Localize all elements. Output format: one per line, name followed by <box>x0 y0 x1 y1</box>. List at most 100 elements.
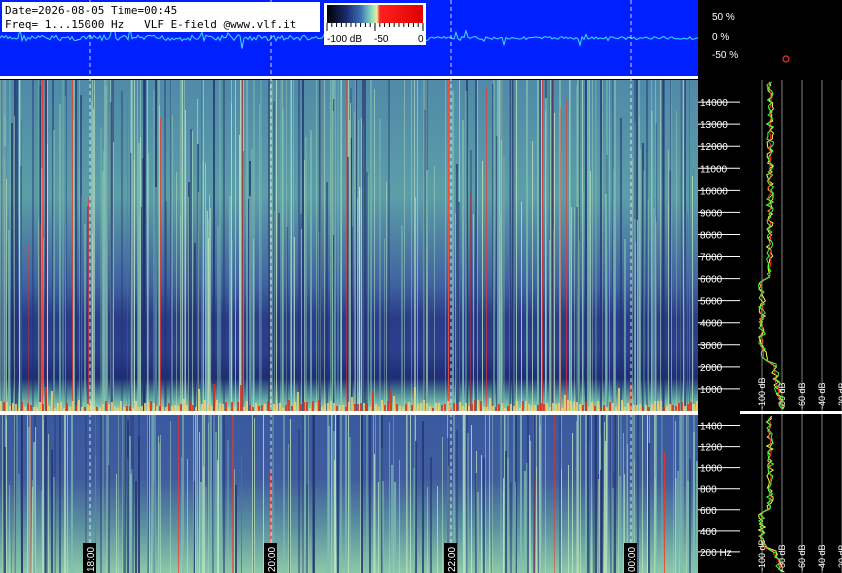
upper-streak <box>602 80 603 411</box>
upper-lowfreq-burst <box>624 407 626 411</box>
lower-streak <box>389 422 390 573</box>
upper-lowfreq-burst <box>588 407 590 411</box>
upper-lowfreq-burst <box>381 400 383 411</box>
upper-lowfreq-burst <box>495 407 497 411</box>
upper-lowfreq-burst <box>666 406 668 411</box>
lower-streak <box>67 415 68 573</box>
upper-streak <box>65 80 67 411</box>
upper-lowfreq-burst <box>102 404 104 411</box>
upper-streak <box>452 90 454 411</box>
upper-lowfreq-burst <box>606 407 608 411</box>
upper-streak <box>28 244 29 411</box>
upper-lowfreq-burst <box>525 401 527 411</box>
colorbar-label-mid: -50 <box>374 34 389 45</box>
lower-streak <box>182 415 184 573</box>
upper-streak <box>513 80 515 411</box>
upper-lowfreq-burst <box>279 403 281 411</box>
upper-streak <box>38 80 40 411</box>
lower-streak <box>437 486 438 573</box>
upper-freq-tick-label: 10000 <box>700 186 728 197</box>
upper-streak <box>662 80 664 411</box>
lower-streak <box>348 415 349 573</box>
upper-lowfreq-burst <box>639 404 641 411</box>
upper-lowfreq-burst <box>339 405 341 411</box>
lower-streak <box>561 415 562 573</box>
upper-streak <box>159 105 160 411</box>
upper-streak <box>148 153 149 411</box>
upper-streak <box>475 80 477 411</box>
upper-lowfreq-burst <box>222 404 224 411</box>
lower-streak <box>241 457 242 573</box>
upper-lowfreq-burst <box>228 407 230 411</box>
upper-lowfreq-burst <box>354 404 356 411</box>
upper-lowfreq-burst <box>204 400 206 411</box>
lower-streak <box>593 415 594 573</box>
upper-streak <box>304 160 305 411</box>
lower-profile-db-label: -80 dB <box>777 544 787 571</box>
upper-streak <box>298 80 300 411</box>
lower-profile-db-label: -20 dB <box>837 544 842 571</box>
upper-streak <box>415 197 416 411</box>
lower-streak <box>149 415 150 573</box>
upper-streak <box>379 119 381 411</box>
upper-lowfreq-burst <box>552 403 554 411</box>
upper-streak <box>210 208 211 411</box>
upper-streak <box>140 137 141 411</box>
lower-streak <box>193 415 194 573</box>
upper-streak <box>305 137 307 411</box>
lower-streak <box>160 435 161 573</box>
upper-streak <box>326 182 328 411</box>
upper-lowfreq-burst <box>489 398 491 411</box>
colorbar-label-high: 0 <box>418 34 424 45</box>
upper-streak <box>458 202 460 411</box>
upper-freq-tick-label: 5000 <box>700 297 723 308</box>
upper-lowfreq-burst <box>105 401 107 411</box>
upper-streak <box>632 158 633 411</box>
upper-freq-tick-label: 12000 <box>700 142 728 153</box>
lower-streak <box>471 425 472 573</box>
upper-lowfreq-burst <box>195 407 197 411</box>
lower-streak <box>673 415 674 573</box>
lower-spectrogram-streaks <box>2 415 698 573</box>
upper-streak <box>331 80 333 411</box>
upper-lowfreq-burst <box>261 405 263 411</box>
waveform-label-minus50: -50 % <box>712 50 738 61</box>
upper-streak <box>637 220 638 411</box>
upper-lowfreq-burst <box>84 407 86 411</box>
upper-lowfreq-burst <box>405 404 407 411</box>
lower-streak <box>337 415 339 573</box>
upper-streak <box>246 80 248 411</box>
upper-streak <box>571 207 572 411</box>
lower-streak <box>614 415 616 573</box>
upper-lowfreq-burst <box>78 400 80 411</box>
upper-streak <box>613 169 615 411</box>
upper-lowfreq-burst <box>3 402 5 411</box>
lower-streak <box>138 415 140 573</box>
lower-streak <box>545 415 546 573</box>
upper-streak <box>240 80 241 411</box>
upper-lowfreq-burst <box>558 403 560 411</box>
lower-streak <box>132 415 134 573</box>
upper-profile-db-label: -100 dB <box>757 377 767 409</box>
upper-lowfreq-burst <box>516 401 518 411</box>
upper-lowfreq-burst <box>168 403 170 411</box>
upper-lowfreq-burst <box>306 402 308 411</box>
upper-streak <box>687 213 688 411</box>
upper-streak <box>59 104 61 411</box>
lower-streak <box>610 415 612 573</box>
upper-lowfreq-burst <box>498 404 500 411</box>
upper-lowfreq-burst <box>330 401 332 411</box>
upper-lowfreq-burst <box>135 401 137 411</box>
upper-streak <box>668 150 669 411</box>
upper-streak <box>208 238 209 411</box>
upper-lowfreq-burst <box>618 388 620 411</box>
lower-profile-db-label: -60 dB <box>797 544 807 571</box>
upper-lowfreq-burst <box>510 404 512 411</box>
lower-streak <box>263 415 264 573</box>
lower-streak <box>116 474 117 573</box>
upper-streak <box>670 80 672 411</box>
lower-streak <box>374 454 375 573</box>
upper-lowfreq-burst <box>438 403 440 411</box>
lower-streak <box>33 442 35 573</box>
lower-streak <box>477 492 479 573</box>
